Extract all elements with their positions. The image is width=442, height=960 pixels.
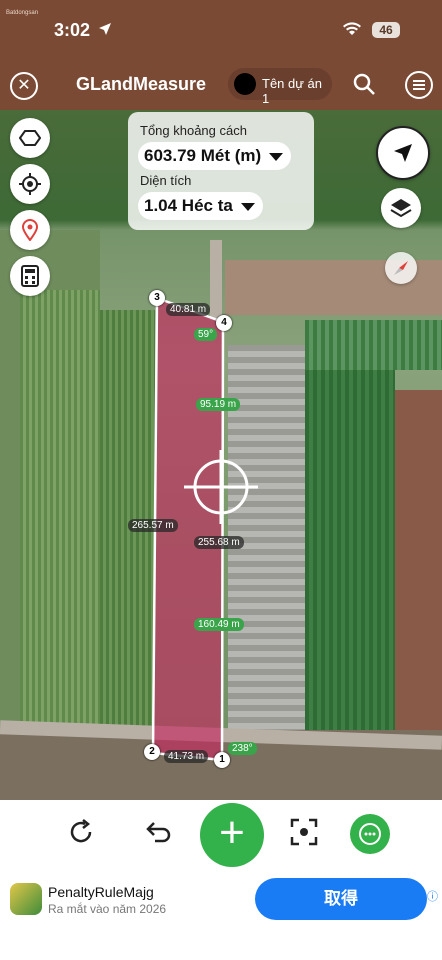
segment-label-top: 40.81 m (166, 303, 211, 316)
location-arrow-icon (98, 22, 112, 41)
chevron-down-icon (240, 203, 255, 211)
segment-label-right-lower: 160.49 m (194, 618, 244, 631)
wifi-icon (342, 22, 362, 41)
navigation-arrow-icon[interactable] (376, 126, 430, 180)
undo-icon[interactable] (143, 818, 171, 851)
distance-unit-selector[interactable]: 603.79 Mét (m) (138, 142, 292, 170)
status-bar: Batdongsan 3:02 46 (0, 0, 442, 60)
ad-get-button[interactable]: 取得 (255, 878, 427, 920)
ad-banner[interactable]: PenaltyRuleMajg Ra mắt vào năm 2026 取得 ⓘ (0, 868, 442, 960)
ad-app-name: PenaltyRuleMajg (48, 884, 154, 900)
bottom-toolbar: + (0, 800, 442, 868)
ad-app-icon (10, 883, 42, 915)
ad-subtitle: Ra mắt vào năm 2026 (48, 902, 167, 916)
project-name: Tên dự án 1 (262, 76, 323, 106)
more-options-icon[interactable] (350, 814, 390, 854)
vertex-marker-4[interactable]: 4 (216, 315, 232, 331)
locate-me-icon[interactable] (10, 164, 50, 204)
segment-label-right-upper: 95.19 m (196, 398, 241, 411)
angle-label-bottom: 238° (228, 742, 257, 755)
segment-label-right-middle: 255.68 m (194, 536, 244, 549)
project-selector[interactable]: Tên dự án 1 (228, 68, 332, 106)
angle-label-top: 59° (194, 328, 218, 341)
brand-watermark: Batdongsan (6, 10, 39, 16)
measurement-panel: Tổng khoảng cách 603.79 Mét (m) Diện tíc… (128, 112, 314, 230)
crosshair-icon (184, 450, 258, 524)
status-time: 3:02 (54, 20, 91, 40)
distance-value: 603.79 Mét (m) (144, 146, 262, 165)
vertex-marker-3[interactable]: 3 (149, 290, 165, 306)
app-bar: ✕ GLandMeasure Tên dự án 1 (0, 60, 442, 110)
calculator-icon[interactable] (10, 256, 50, 296)
satellite-map[interactable]: 3 4 2 1 40.81 m 59° 95.19 m 265.57 m 255… (0, 110, 442, 800)
distance-label: Tổng khoảng cách (140, 123, 247, 138)
area-unit-selector[interactable]: 1.04 Héc ta (138, 192, 263, 220)
map-pin-icon[interactable] (10, 210, 50, 250)
segment-label-left: 265.57 m (128, 519, 178, 532)
polygon-tool-icon[interactable] (10, 118, 50, 158)
ad-info-icon[interactable]: ⓘ (427, 888, 438, 904)
area-label: Diện tích (140, 173, 192, 188)
vertex-marker-2[interactable]: 2 (144, 744, 160, 760)
app-title: GLandMeasure (76, 74, 207, 94)
chevron-down-icon (269, 153, 284, 161)
layers-icon[interactable] (381, 188, 421, 228)
project-avatar (234, 73, 256, 95)
area-value: 1.04 Héc ta (144, 196, 233, 215)
segment-label-bottom: 41.73 m (164, 750, 209, 763)
add-point-button[interactable]: + (200, 803, 264, 867)
redo-icon[interactable] (68, 818, 96, 851)
vertex-marker-1[interactable]: 1 (214, 752, 230, 768)
menu-icon[interactable] (405, 71, 433, 99)
compass-icon[interactable] (385, 252, 417, 284)
battery-level: 46 (372, 22, 400, 38)
search-icon[interactable] (352, 72, 376, 101)
focus-target-icon[interactable] (290, 818, 318, 851)
close-icon[interactable]: ✕ (10, 72, 38, 100)
